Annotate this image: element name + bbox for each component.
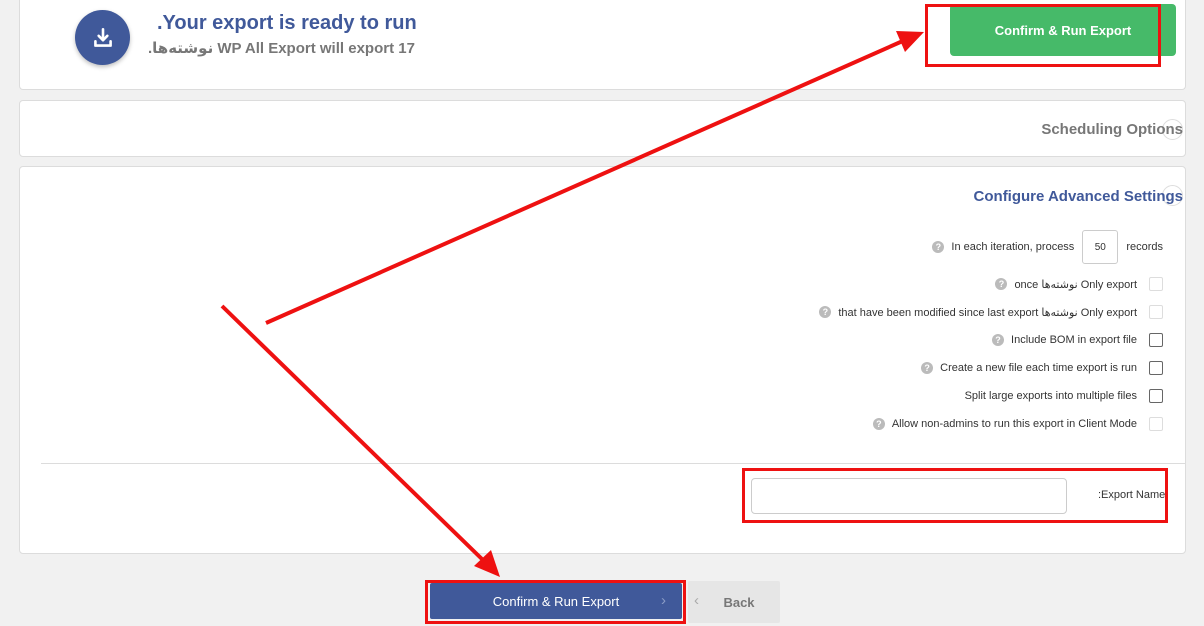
download-icon xyxy=(75,10,130,65)
option-label: Only export نوشته‌ها that have been modi… xyxy=(838,306,1137,319)
help-icon[interactable]: ? xyxy=(819,306,832,318)
option-checkbox[interactable] xyxy=(1149,389,1163,403)
option-label: Only export نوشته‌ها once xyxy=(1014,278,1137,291)
confirm-run-export-button-top[interactable]: Confirm & Run Export xyxy=(950,4,1176,56)
scheduling-options-title[interactable]: Scheduling Options xyxy=(1041,121,1183,138)
help-icon[interactable]: ? xyxy=(932,241,945,253)
option-row: ? Create a new file each time export is … xyxy=(921,361,1163,375)
option-label: Split large exports into multiple files xyxy=(964,390,1137,402)
confirm-run-export-button[interactable]: Confirm & Run Export › xyxy=(430,583,682,619)
iteration-prefix: In each iteration, process xyxy=(951,241,1075,253)
option-checkbox[interactable] xyxy=(1149,333,1163,347)
option-row: Split large exports into multiple files xyxy=(965,389,1163,403)
option-label: Create a new file each time export is ru… xyxy=(940,362,1137,374)
confirm-label: Confirm & Run Export xyxy=(492,593,620,609)
divider xyxy=(41,463,1185,464)
export-name-input[interactable] xyxy=(751,478,1067,514)
option-row: ? Include BOM in export file xyxy=(992,333,1163,347)
help-icon[interactable]: ? xyxy=(921,362,934,374)
option-checkbox[interactable] xyxy=(1149,417,1163,431)
export-summary: WP All Export will export 17 نوشته‌ها. xyxy=(148,40,415,57)
option-row: Only export نوشته‌ها once ? xyxy=(995,277,1163,291)
advanced-settings-title[interactable]: Configure Advanced Settings xyxy=(974,188,1183,205)
option-label: Include BOM in export file xyxy=(1011,334,1137,346)
iteration-row: ? In each iteration, process records xyxy=(932,230,1163,264)
iteration-suffix: records xyxy=(1126,241,1163,253)
option-checkbox[interactable] xyxy=(1149,305,1163,319)
back-button[interactable]: ‹ Back xyxy=(688,581,780,623)
option-row: ? Allow non-admins to run this export in… xyxy=(872,417,1163,431)
option-checkbox[interactable] xyxy=(1149,361,1163,375)
back-label: Back xyxy=(723,594,755,610)
option-label: Allow non-admins to run this export in C… xyxy=(891,418,1137,430)
help-icon[interactable]: ? xyxy=(872,418,885,430)
help-icon[interactable]: ? xyxy=(995,278,1008,290)
chevron-left-icon: ‹ xyxy=(694,592,699,609)
help-icon[interactable]: ? xyxy=(992,334,1005,346)
option-checkbox[interactable] xyxy=(1149,277,1163,291)
page-title: .Your export is ready to run xyxy=(157,12,417,34)
records-per-iteration-input[interactable] xyxy=(1082,230,1119,264)
advanced-settings-panel: Configure Advanced Settings ? In each it… xyxy=(19,166,1186,554)
chevron-right-icon: › xyxy=(661,592,666,609)
scheduling-options-panel[interactable]: Scheduling Options xyxy=(19,100,1186,157)
arrow-head-bottom xyxy=(474,550,500,577)
option-row: Only export نوشته‌ها that have been modi… xyxy=(819,305,1163,319)
export-name-label: :Export Name xyxy=(1098,489,1166,501)
export-ready-panel: .Your export is ready to run WP All Expo… xyxy=(19,0,1186,90)
